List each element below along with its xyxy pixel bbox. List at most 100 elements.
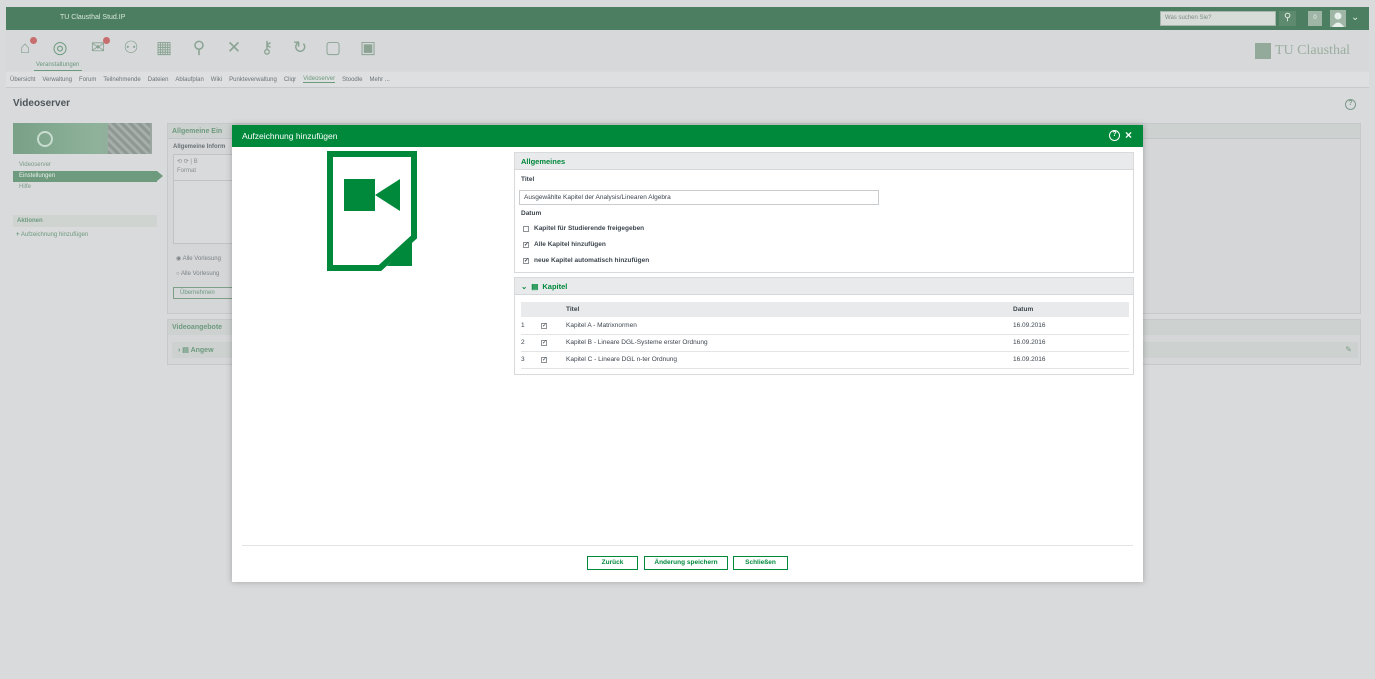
tab-8[interactable]: Cliqr — [284, 77, 296, 83]
community-icon[interactable]: ⚇ — [121, 38, 141, 58]
top-bar: TU Clausthal Stud.IP Was suchen Sie? ⚲ 0… — [6, 7, 1369, 30]
row-number: 3 — [521, 351, 541, 369]
table-row[interactable]: 1 ✓ Kapitel A - Matrixnormen 16.09.2016 — [521, 317, 1129, 335]
table-row[interactable]: 2 ✓ Kapitel B - Lineare DGL-Systeme erster… — [521, 334, 1129, 352]
row-date: 16.09.2016 — [1013, 334, 1129, 352]
column-header-title[interactable]: Titel — [566, 302, 1013, 317]
tab-9[interactable]: Videoserver — [303, 76, 336, 83]
checkbox-release-students[interactable]: Kapitel für Studierende freigegeben — [523, 225, 644, 232]
messages-icon[interactable]: ✉ — [88, 37, 110, 58]
tools-icon[interactable]: ✕ — [224, 38, 244, 58]
plus-icon: + — [16, 232, 20, 238]
checkbox-box: ✓ — [523, 257, 530, 264]
title-label: Titel — [521, 176, 535, 183]
text-editor[interactable]: ⟲ ⟳ | B Format — [173, 154, 233, 244]
chevron-down-icon: ⌄ — [521, 281, 528, 291]
general-heading: Allgemeines — [515, 153, 1133, 170]
checkbox-box: ✓ — [523, 241, 530, 248]
videoserver-logo-icon — [37, 131, 53, 147]
nav-active-label[interactable]: Veranstaltungen — [36, 62, 79, 68]
home-icon[interactable]: ⌂ — [15, 37, 37, 58]
row-title: Kapitel B - Lineare DGL-Systeme erster O… — [566, 334, 1013, 352]
editor-toolbar-buttons[interactable]: ⟲ ⟳ | B — [177, 158, 229, 165]
checkbox-auto-add-chapters[interactable]: ✓ neue Kapitel automatisch hinzufügen — [523, 257, 649, 264]
date-label: Datum — [521, 210, 542, 217]
radio-all-lectures-1[interactable]: ◉ Alle Vorlesung — [176, 255, 221, 262]
title-input[interactable]: Ausgewählte Kapitel der Analysis/Lineare… — [519, 190, 879, 205]
dialog-close-icon[interactable]: × — [1125, 128, 1132, 142]
tab-6[interactable]: Wiki — [211, 77, 222, 83]
save-changes-button[interactable]: Änderung speichern — [644, 556, 728, 570]
tab-5[interactable]: Ablaufplan — [175, 77, 203, 83]
search-icon: ⚲ — [1283, 12, 1292, 23]
page-title: Videoserver — [13, 98, 71, 109]
editor-format-select[interactable]: Format — [177, 168, 229, 174]
active-underline — [34, 70, 82, 71]
logo-text: TU Clausthal — [1275, 43, 1351, 58]
dialog-title: Aufzeichnung hinzufügen — [242, 131, 338, 141]
row-date: 16.09.2016 — [1013, 351, 1129, 369]
sidebar-action-label: Aufzeichnung hinzufügen — [20, 232, 89, 238]
footer-divider — [242, 545, 1133, 546]
row-checkbox[interactable]: ✓ — [541, 351, 566, 369]
row-title: Kapitel C - Lineare DGL n-ter Ordnung — [566, 351, 1013, 369]
tab-1[interactable]: Verwaltung — [42, 77, 72, 83]
tab-11[interactable]: Mehr ... — [369, 77, 389, 83]
chapters-heading[interactable]: ⌄ ▤ Kapitel — [515, 278, 1133, 295]
checkbox-box — [523, 225, 529, 232]
chevron-down-icon[interactable]: ⌄ — [1351, 12, 1359, 23]
course-tabs: Übersicht Verwaltung Forum Teilnehmende Date… — [6, 72, 1369, 88]
chapters-section: ⌄ ▤ Kapitel Titel Datum 1 ✓ Kapitel A - Ma… — [514, 277, 1134, 375]
row-checkbox[interactable]: ✓ — [541, 317, 566, 335]
tab-0[interactable]: Übersicht — [10, 77, 35, 83]
tab-3[interactable]: Teilnehmende — [103, 77, 140, 83]
checkbox-label: Alle Kapitel hinzufügen — [534, 241, 606, 248]
apply-button[interactable]: Übernehmen — [173, 287, 233, 299]
courses-icon[interactable]: ◎ — [50, 38, 70, 58]
search-icon[interactable]: ⚲ — [189, 38, 209, 58]
tab-4[interactable]: Dateien — [148, 77, 169, 83]
checkbox-box: ✓ — [541, 322, 548, 329]
search-button[interactable]: ⚲ — [1279, 11, 1296, 26]
sidebar-action-add-recording[interactable]: + Aufzeichnung hinzufügen — [16, 232, 88, 238]
tab-7[interactable]: Punkteverwaltung — [229, 77, 277, 83]
sidebar-actions-heading: Aktionen — [13, 215, 157, 227]
image-icon[interactable]: ▣ — [358, 38, 378, 58]
row-number: 2 — [521, 334, 541, 352]
close-button[interactable]: Schließen — [733, 556, 788, 570]
sidebar-photo — [108, 123, 150, 154]
editor-toolbar: ⟲ ⟳ | B Format — [174, 155, 232, 181]
general-section: Allgemeines Titel Ausgewählte Kapitel de… — [514, 152, 1134, 273]
file-icon[interactable]: ▢ — [323, 38, 343, 58]
brand-name[interactable]: TU Clausthal Stud.IP — [60, 14, 125, 21]
chapters-heading-label: Kapitel — [542, 281, 568, 291]
user-icon — [1332, 12, 1344, 27]
back-button[interactable]: Zurück — [587, 556, 638, 570]
logo-mark-icon — [1255, 43, 1271, 59]
chapter-file-icon: ▤ — [531, 281, 539, 291]
radio-all-lectures-2[interactable]: ○ Alle Vorlesung — [176, 271, 219, 277]
sidebar-item-1[interactable]: Einstellungen — [13, 171, 163, 182]
calendar-icon[interactable]: ▦ — [154, 38, 174, 58]
sidebar-item-2[interactable]: Hilfe — [13, 182, 157, 193]
tab-2[interactable]: Forum — [79, 77, 96, 83]
edit-icon[interactable]: ✎ — [1345, 345, 1352, 354]
key-icon[interactable]: ⚷ — [257, 38, 277, 58]
row-number: 1 — [521, 317, 541, 335]
column-header-date[interactable]: Datum — [1013, 302, 1129, 317]
checkbox-add-all-chapters[interactable]: ✓ Alle Kapitel hinzufügen — [523, 241, 606, 248]
checkbox-label: Kapitel für Studierende freigegeben — [534, 225, 645, 232]
help-icon[interactable]: ? — [1345, 99, 1356, 110]
tab-10[interactable]: Stoodle — [342, 77, 362, 83]
checkbox-box: ✓ — [541, 357, 548, 363]
table-row[interactable]: 3 ✓ Kapitel C - Lineare DGL n-ter Ordnung 1… — [521, 351, 1129, 369]
avatar[interactable] — [1330, 10, 1346, 27]
add-recording-dialog: Aufzeichnung hinzufügen ? × Allgemeines … — [232, 125, 1143, 582]
row-checkbox[interactable]: ✓ — [541, 334, 566, 352]
dialog-help-icon[interactable]: ? — [1109, 130, 1120, 141]
refresh-icon[interactable]: ↻ — [290, 38, 310, 58]
checkbox-box: ✓ — [541, 340, 548, 346]
notifications-badge[interactable]: 0 — [1308, 11, 1322, 26]
search-input[interactable]: Was suchen Sie? — [1160, 11, 1276, 26]
sidebar-item-0[interactable]: Videoserver — [13, 160, 157, 171]
